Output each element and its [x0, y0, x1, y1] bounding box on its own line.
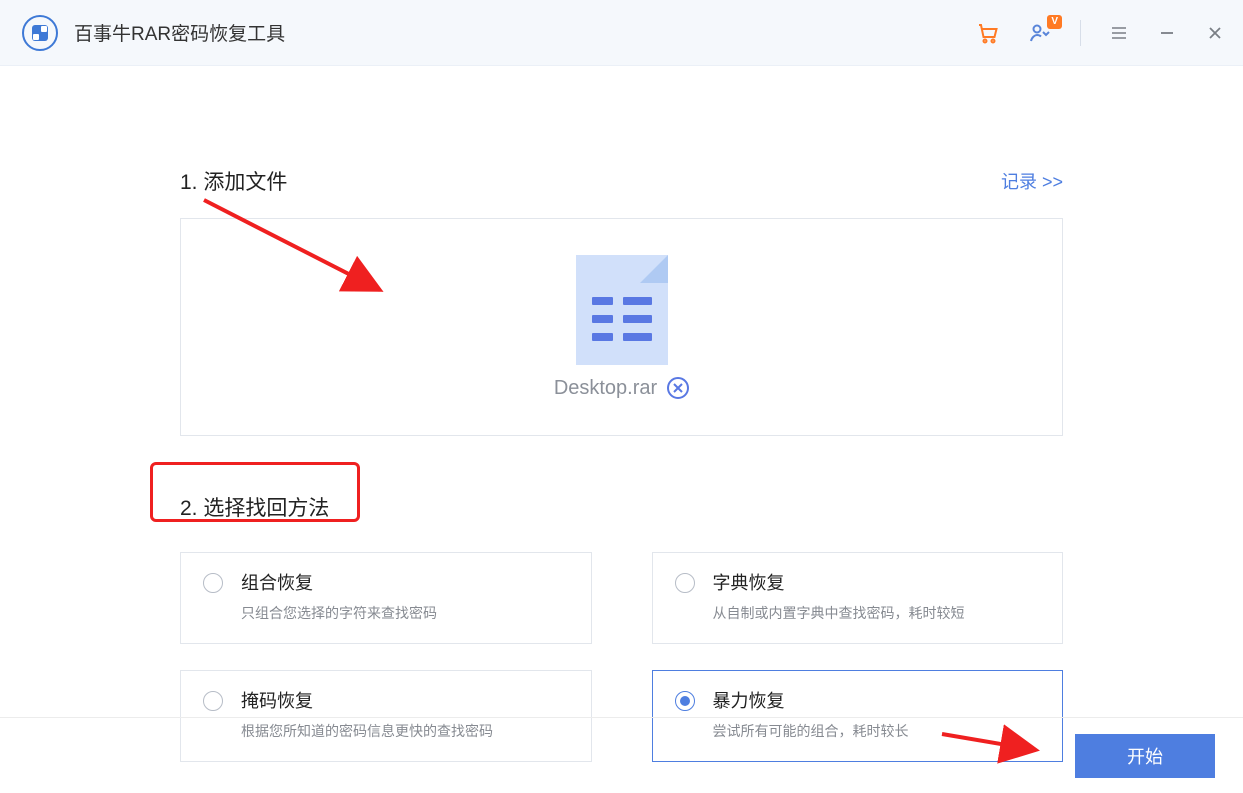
main-content: 1. 添加文件 记录 >> Desktop.rar 2. 选择找回方法 组合恢复…	[0, 66, 1243, 762]
option-title: 组合恢复	[241, 569, 437, 595]
option-title: 字典恢复	[713, 569, 965, 595]
app-logo: 百事牛RAR密码恢复工具	[22, 15, 285, 51]
option-title: 暴力恢复	[713, 687, 909, 713]
cart-icon[interactable]	[976, 21, 1000, 45]
history-link[interactable]: 记录 >>	[1001, 168, 1063, 194]
logo-icon	[22, 15, 58, 51]
divider	[1080, 20, 1081, 46]
vip-badge: V	[1047, 15, 1062, 29]
file-drop-area[interactable]: Desktop.rar	[180, 218, 1063, 436]
app-title: 百事牛RAR密码恢复工具	[74, 19, 285, 46]
radio-icon	[675, 573, 695, 593]
radio-icon	[203, 573, 223, 593]
recovery-option-0[interactable]: 组合恢复只组合您选择的字符来查找密码	[180, 552, 592, 644]
remove-file-icon[interactable]	[667, 377, 689, 399]
close-button[interactable]	[1205, 23, 1225, 43]
option-title: 掩码恢复	[241, 687, 493, 713]
file-icon	[576, 255, 668, 365]
user-icon[interactable]: V	[1028, 21, 1052, 45]
section1-title: 1. 添加文件	[180, 166, 287, 196]
title-bar: 百事牛RAR密码恢复工具 V	[0, 0, 1243, 66]
title-actions: V	[976, 20, 1225, 46]
radio-icon	[203, 691, 223, 711]
radio-icon	[675, 691, 695, 711]
footer-bar: 开始	[0, 717, 1243, 793]
section2-title: 2. 选择找回方法	[180, 492, 1063, 522]
file-name-label: Desktop.rar	[554, 377, 657, 400]
option-desc: 只组合您选择的字符来查找密码	[241, 603, 437, 623]
start-button[interactable]: 开始	[1075, 734, 1215, 778]
option-desc: 从自制或内置字典中查找密码，耗时较短	[713, 603, 965, 623]
minimize-button[interactable]	[1157, 23, 1177, 43]
menu-icon[interactable]	[1109, 23, 1129, 43]
recovery-option-1[interactable]: 字典恢复从自制或内置字典中查找密码，耗时较短	[652, 552, 1064, 644]
